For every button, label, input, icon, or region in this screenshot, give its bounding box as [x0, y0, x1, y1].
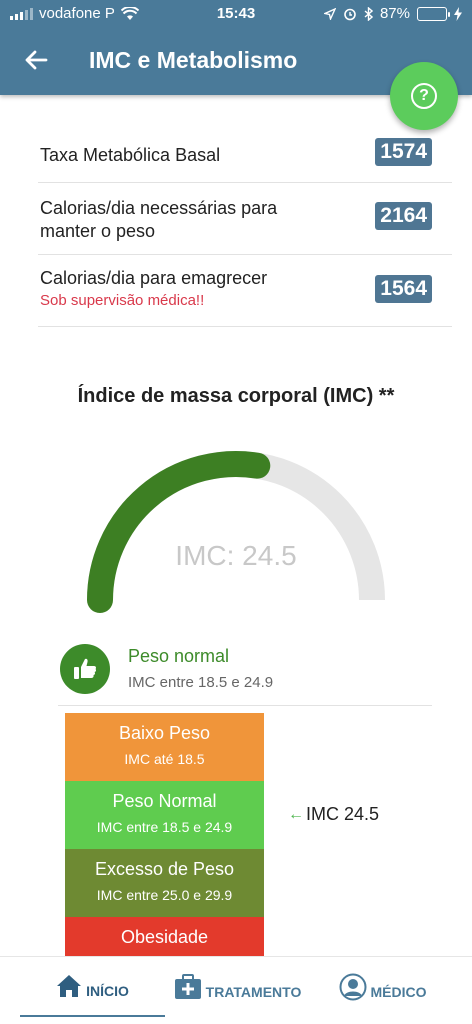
- home-icon: [57, 975, 82, 997]
- bluetooth-icon: [364, 6, 373, 21]
- alarm-icon: [344, 8, 356, 20]
- tab-label: MÉDICO: [370, 984, 427, 1000]
- imc-scale: Baixo Peso IMC até 18.5 Peso Normal IMC …: [65, 713, 264, 957]
- location-icon: [323, 7, 336, 20]
- imc-section-title: Índice de massa corporal (IMC) **: [77, 385, 395, 407]
- metric-value-badge: 1564: [375, 275, 432, 303]
- scale-band-obesity: Obesidade: [65, 917, 264, 957]
- charging-icon: [454, 6, 462, 21]
- tab-medico[interactable]: MÉDICO: [310, 957, 455, 1017]
- left-arrow-icon: ←: [288, 805, 304, 823]
- imc-status: Peso normal IMC entre 18.5 e 24.9: [58, 642, 432, 706]
- scale-band-underweight: Baixo Peso IMC até 18.5: [65, 713, 264, 781]
- battery-icon: [417, 6, 450, 21]
- bottom-navigation: INÍCIO TRATAMENTO MÉDICO: [0, 956, 472, 1024]
- medical-kit-icon: [174, 974, 201, 999]
- tab-label: INÍCIO: [86, 983, 129, 999]
- imc-gauge: [87, 451, 385, 613]
- scale-band-normal: Peso Normal IMC entre 18.5 e 24.9: [65, 781, 264, 849]
- metric-label: Calorias/dia necessárias para manter o p…: [40, 198, 278, 241]
- medical-warning: Sob supervisão médica!!: [40, 292, 205, 309]
- status-title: Peso normal: [128, 646, 230, 666]
- page-title: IMC e Metabolismo: [89, 47, 298, 73]
- metric-row-lose-weight: Calorias/dia para emagrecer Sob supervis…: [38, 255, 452, 327]
- pointer-label: IMC 24.5: [306, 804, 380, 824]
- doctor-icon: [339, 973, 366, 1001]
- tab-tratamento[interactable]: TRATAMENTO: [165, 957, 310, 1017]
- metric-value-badge: 2164: [375, 202, 432, 230]
- help-button[interactable]: ?: [390, 62, 458, 130]
- metric-value-badge: 1574: [375, 138, 432, 166]
- metric-row-maintain: Calorias/dia necessárias para manter o p…: [38, 183, 452, 255]
- gauge-fill: [87, 451, 271, 613]
- gauge-track: [87, 451, 385, 601]
- metric-label: Calorias/dia para emagrecer: [40, 268, 268, 288]
- gauge-value-label: IMC: 24.5: [175, 540, 297, 571]
- tab-inicio[interactable]: INÍCIO: [20, 957, 165, 1017]
- back-arrow-icon[interactable]: [22, 46, 50, 74]
- scale-band-overweight: Excesso de Peso IMC entre 25.0 e 29.9: [65, 849, 264, 917]
- question-icon: ?: [411, 83, 437, 109]
- battery-percent: 87%: [379, 5, 410, 22]
- metric-row-basal: Taxa Metabólica Basal 1574: [38, 125, 452, 183]
- tab-label: TRATAMENTO: [205, 984, 302, 1000]
- metrics-list: Taxa Metabólica Basal 1574 Calorias/dia …: [38, 125, 452, 327]
- metric-label: Taxa Metabólica Basal: [40, 145, 221, 165]
- thumbs-up-icon: [60, 644, 110, 694]
- status-subtitle: IMC entre 18.5 e 24.9: [128, 674, 274, 691]
- status-bar: vodafone P 15:43 87%: [0, 0, 472, 28]
- imc-pointer: ← IMC 24.5: [288, 804, 379, 825]
